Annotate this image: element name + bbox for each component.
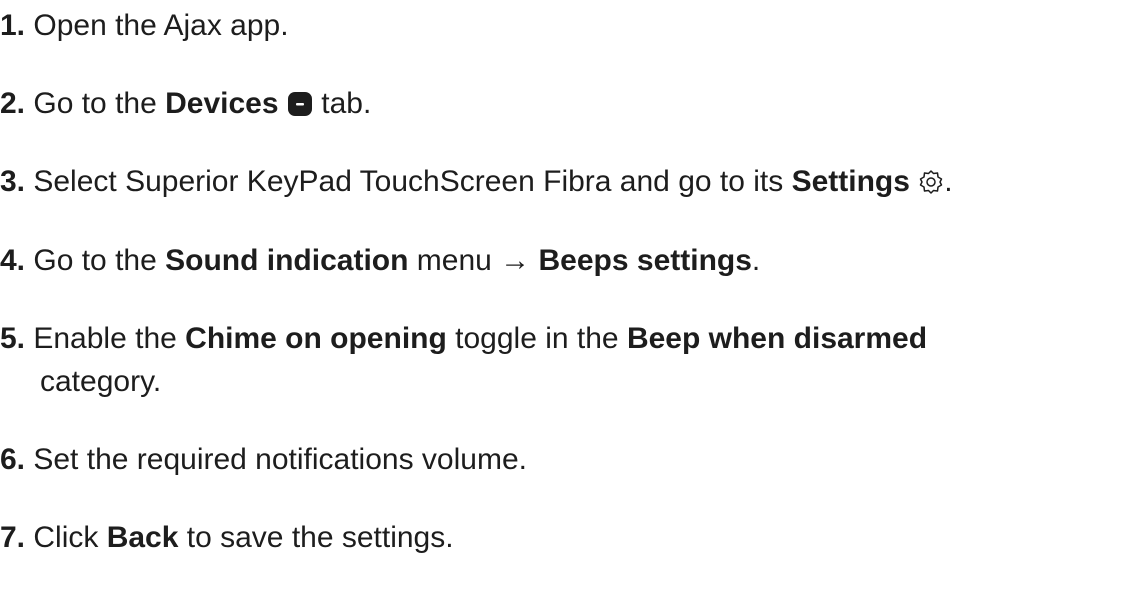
step-text: Enable the — [25, 322, 186, 355]
step-5-continuation: category. — [40, 365, 162, 398]
devices-label: Devices — [165, 87, 279, 120]
step-3: 3. Select Superior KeyPad TouchScreen Fi… — [0, 161, 1138, 206]
step-number: 6. — [0, 443, 26, 476]
step-text: Open the Ajax app. — [25, 9, 289, 42]
step-text: Go to the — [25, 244, 166, 277]
step-text: Select Superior KeyPad TouchScreen Fibra… — [25, 165, 792, 198]
step-text: tab. — [312, 87, 372, 120]
beeps-settings-label: Beeps settings — [538, 244, 752, 277]
step-text: toggle in the — [446, 322, 627, 355]
step-5: 5. Enable the Chime on opening toggle in… — [0, 318, 1138, 359]
step-number: 4. — [0, 244, 26, 277]
step-number: 2. — [0, 87, 26, 120]
sound-indication-label: Sound indication — [165, 244, 409, 277]
step-text: . — [944, 165, 953, 198]
step-text: Click — [25, 521, 107, 554]
step-number: 3. — [0, 165, 26, 198]
step-text: Go to the — [25, 87, 166, 120]
step-6: 6. Set the required notifications volume… — [0, 439, 1138, 480]
step-number: 7. — [0, 521, 26, 554]
step-number: 1. — [0, 9, 26, 42]
step-4: 4. Go to the Sound indication menu → Bee… — [0, 240, 1138, 281]
step-number: 5. — [0, 322, 26, 355]
chime-on-opening-label: Chime on opening — [185, 322, 447, 355]
step-text: menu → — [408, 244, 539, 277]
step-text: to save the settings. — [178, 521, 454, 554]
step-text: Set the required notifications volume. — [25, 443, 527, 476]
step-1: 1. Open the Ajax app. — [0, 5, 1138, 46]
step-2: 2. Go to the Devices tab. — [0, 83, 1138, 128]
gear-icon — [918, 165, 944, 206]
step-text: . — [751, 244, 761, 277]
beep-when-disarmed-label: Beep when disarmed — [626, 322, 928, 355]
settings-label: Settings — [791, 165, 910, 198]
devices-tab-icon — [287, 87, 313, 128]
back-label: Back — [106, 521, 179, 554]
step-7: 7. Click Back to save the settings. — [0, 517, 1138, 558]
